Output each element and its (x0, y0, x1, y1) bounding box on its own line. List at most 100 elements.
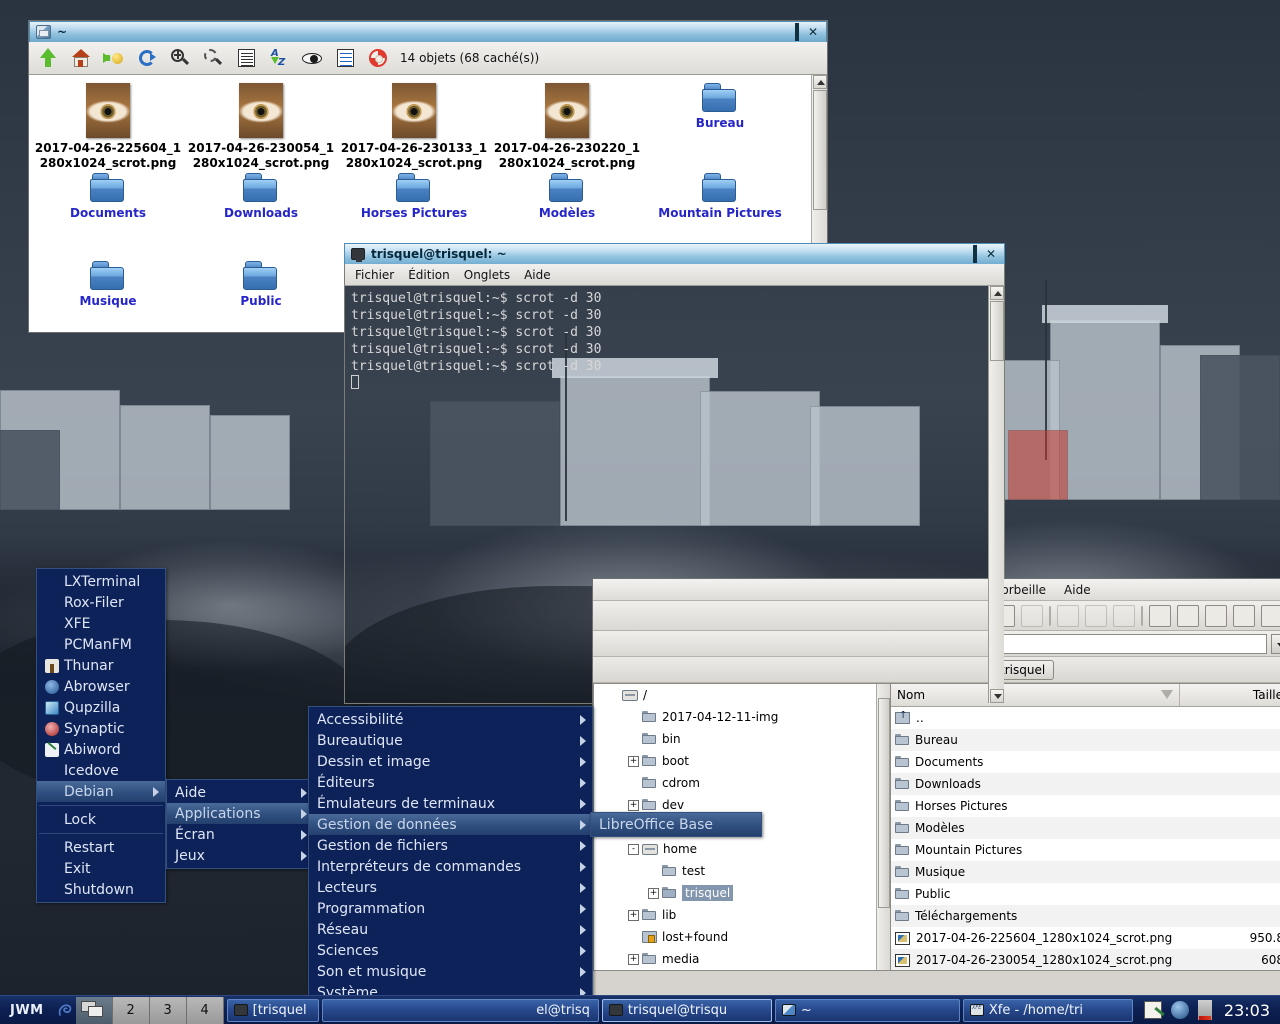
up-arrow-icon[interactable] (37, 47, 59, 69)
menu-item-lxterminal[interactable]: LXTerminal (37, 571, 165, 592)
rox-item[interactable]: Horses Pictures (337, 173, 491, 221)
preferences-gear-icon[interactable] (1205, 604, 1227, 627)
menu-item-editeurs[interactable]: Éditeurs (309, 772, 592, 793)
jwm-root-menu[interactable]: LXTerminal Rox-Filer XFE PCManFM Thunar … (36, 568, 166, 903)
task-button[interactable]: el@trisq (321, 998, 599, 1022)
rox-item[interactable]: Downloads (184, 173, 338, 221)
bookmarks-icon[interactable] (103, 47, 125, 69)
terminal-menubar[interactable]: Fichier Édition Onglets Aide (344, 264, 1005, 286)
jwm-debian-submenu[interactable]: Aide Applications Écran Jeux (166, 779, 314, 869)
task-button[interactable]: Xfe - /home/tri (962, 998, 1133, 1022)
file-list-header[interactable]: Nom Taille (891, 684, 1280, 707)
menu-item-accessibilite[interactable]: Accessibilité (309, 709, 592, 730)
rox-titlebar[interactable]: ~ ✕ (29, 21, 827, 42)
address-input[interactable] (991, 633, 1267, 654)
globe-icon[interactable] (1170, 1001, 1189, 1019)
details-view-icon[interactable] (235, 47, 257, 69)
menu-item-gestion-de-fichiers[interactable]: Gestion de fichiers (309, 835, 592, 856)
rox-item[interactable]: Modèles (490, 173, 644, 221)
desktop-3[interactable]: 3 (149, 996, 187, 1024)
menu-item-qupzilla[interactable]: Qupzilla (37, 697, 165, 718)
menu-item-abrowser[interactable]: Abrowser (37, 676, 165, 697)
xfe-file-list[interactable]: Nom Taille .. Bureau Documents Downloads… (891, 683, 1280, 971)
menu-aide[interactable]: Aide (1064, 583, 1091, 597)
jwm-menu-button[interactable]: JWM (0, 1003, 54, 1018)
menu-item-reseau[interactable]: Réseau (309, 919, 592, 940)
system-tray[interactable] (1136, 1000, 1220, 1020)
table-row[interactable]: Documents (891, 751, 1280, 773)
menu-item-gestion-de-donnees[interactable]: Gestion de données (309, 814, 592, 835)
tree-item[interactable]: 2017-04-12-11-img (594, 706, 890, 728)
zoom-fit-icon[interactable] (202, 47, 224, 69)
menu-item-libreoffice-base[interactable]: LibreOffice Base (591, 813, 761, 836)
scrollbar-thumb[interactable] (990, 301, 1004, 361)
rox-item[interactable]: 2017-04-26-230133_1280x1024_scrot.png (337, 83, 491, 171)
paste-icon[interactable] (1021, 604, 1043, 627)
column-header-nom[interactable]: Nom (891, 684, 1180, 706)
tree-item[interactable]: + lib (594, 904, 890, 926)
menu-item-ecran[interactable]: Écran (167, 824, 313, 845)
expander-icon[interactable]: + (628, 799, 639, 811)
task-button[interactable]: [trisquel (226, 998, 319, 1022)
table-row[interactable]: Musique (891, 861, 1280, 883)
xfe-address-bar[interactable] (593, 631, 1280, 657)
task-button-active[interactable]: trisquel@trisqu (601, 998, 772, 1022)
menu-item-jeux[interactable]: Jeux (167, 845, 313, 866)
refresh-icon[interactable] (136, 47, 158, 69)
rox-item[interactable]: 2017-04-26-230220_1280x1024_scrot.png (490, 83, 644, 171)
tree-item[interactable]: lost+found (594, 926, 890, 948)
expander-icon[interactable]: + (648, 887, 659, 899)
task-list[interactable]: [trisquel el@trisq trisquel@trisqu ~ Xfe… (224, 997, 1136, 1024)
menu-item-sciences[interactable]: Sciences (309, 940, 592, 961)
table-row[interactable]: Public (891, 883, 1280, 905)
menu-item-xfe[interactable]: XFE (37, 613, 165, 634)
rox-item[interactable]: Musique (31, 261, 185, 309)
terminal-scrollbar[interactable] (988, 286, 1004, 703)
maximize-icon[interactable] (794, 23, 799, 41)
tree-item[interactable]: test (594, 860, 890, 882)
column-header-taille[interactable]: Taille (1180, 684, 1280, 706)
help-icon[interactable] (367, 47, 389, 69)
menu-item-applications[interactable]: Applications (167, 803, 313, 824)
menu-item-debian[interactable]: Debian (37, 781, 165, 802)
maximize-icon[interactable] (972, 245, 977, 263)
scrollbar-thumb[interactable] (878, 698, 890, 908)
trisquel-logo-icon[interactable] (54, 999, 76, 1021)
menu-item-lecteurs[interactable]: Lecteurs (309, 877, 592, 898)
rox-item[interactable]: 2017-04-26-230054_1280x1024_scrot.png (184, 83, 338, 171)
sort-az-icon[interactable]: AZ (268, 47, 290, 69)
search-icon[interactable] (1261, 604, 1280, 627)
xfe-window[interactable]: Corbeille Aide trisquel / 2017-04-12-11-… (592, 578, 1280, 998)
close-icon[interactable]: ✕ (808, 26, 818, 38)
home-icon[interactable] (70, 47, 92, 69)
tree-scrollbar[interactable] (876, 684, 890, 970)
xfe-tab-row[interactable]: trisquel (593, 657, 1280, 683)
rox-toolbar[interactable]: AZ 14 objets (68 caché(s)) (29, 42, 827, 75)
new-xfe-window-icon[interactable] (1149, 604, 1171, 627)
table-row[interactable]: Mountain Pictures (891, 839, 1280, 861)
menu-fichier[interactable]: Fichier (355, 268, 394, 282)
table-row[interactable]: Téléchargements (891, 905, 1280, 927)
terminal-titlebar[interactable]: trisquel@trisquel: ~ ✕ (344, 243, 1005, 264)
tree-item[interactable]: mnt (594, 970, 890, 971)
scroll-down-icon[interactable] (990, 689, 1004, 703)
restore-icon[interactable] (1113, 604, 1135, 627)
tree-item[interactable]: + boot (594, 750, 890, 772)
list-view-icon[interactable] (334, 47, 356, 69)
open-terminal-icon[interactable] (1233, 604, 1255, 627)
new-xfe-root-window-icon[interactable] (1177, 604, 1199, 627)
menu-item-icedove[interactable]: Icedove (37, 760, 165, 781)
table-row[interactable]: Horses Pictures (891, 795, 1280, 817)
xfe-menubar[interactable]: Corbeille Aide (593, 579, 1280, 601)
menu-item-shutdown[interactable]: Shutdown (37, 879, 165, 900)
table-row[interactable]: 2017-04-26-230054_1280x1024_scrot.png 608 (891, 949, 1280, 970)
close-icon[interactable]: ✕ (986, 248, 996, 260)
tree-item[interactable]: / (594, 684, 890, 706)
rox-item[interactable]: Bureau (643, 83, 797, 131)
tree-item[interactable]: bin (594, 728, 890, 750)
table-row[interactable]: 2017-04-26-225604_1280x1024_scrot.png 950… (891, 927, 1280, 949)
scroll-up-icon[interactable] (990, 286, 1004, 300)
menu-item-restart[interactable]: Restart (37, 837, 165, 858)
rox-item[interactable]: Documents (31, 173, 185, 221)
menu-item-abiword[interactable]: Abiword (37, 739, 165, 760)
